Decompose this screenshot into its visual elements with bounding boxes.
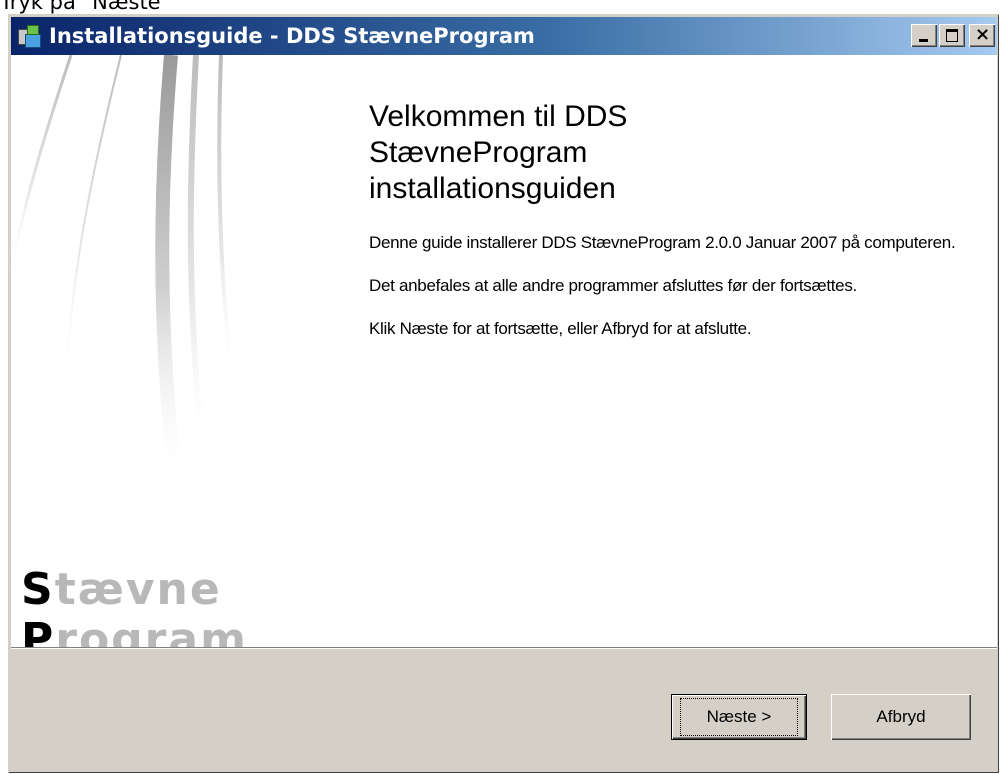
intro-paragraph: Denne guide installerer DDS StævneProgra…	[369, 233, 956, 252]
instruction-caption: Tryk på "Næste"	[0, 0, 171, 14]
maximize-button[interactable]	[939, 24, 965, 47]
wizard-content: Stævne Program Velkommen til DDS StævneP…	[11, 55, 997, 647]
close-button[interactable]: ×	[969, 24, 995, 47]
minimize-button[interactable]	[911, 24, 937, 47]
cancel-button[interactable]: Afbryd	[831, 694, 971, 740]
close-icon: ×	[975, 24, 991, 45]
staevneprogram-logo: Stævne Program	[21, 564, 248, 648]
cancel-button-label: Afbryd	[876, 707, 926, 726]
wizard-side-graphic	[11, 55, 235, 486]
window-title: Installationsguide - DDS StævneProgram	[49, 24, 535, 48]
window-controls: ×	[909, 24, 995, 47]
instructions-paragraph: Klik Næste for at fortsætte, eller Afbry…	[369, 319, 752, 338]
close-programs-paragraph: Det anbefales at alle andre programmer a…	[369, 276, 857, 295]
welcome-heading: Velkommen til DDS StævneProgram installa…	[369, 100, 628, 205]
installer-window: Installationsguide - DDS StævneProgram ×	[8, 14, 999, 773]
button-bar: Næste > Afbryd	[11, 649, 997, 769]
welcome-panel: Velkommen til DDS StævneProgram installa…	[369, 99, 969, 360]
installer-icon	[17, 24, 41, 48]
title-bar[interactable]: Installationsguide - DDS StævneProgram ×	[11, 17, 997, 55]
next-button-label: Næste >	[679, 698, 799, 736]
next-button[interactable]: Næste >	[671, 694, 807, 740]
